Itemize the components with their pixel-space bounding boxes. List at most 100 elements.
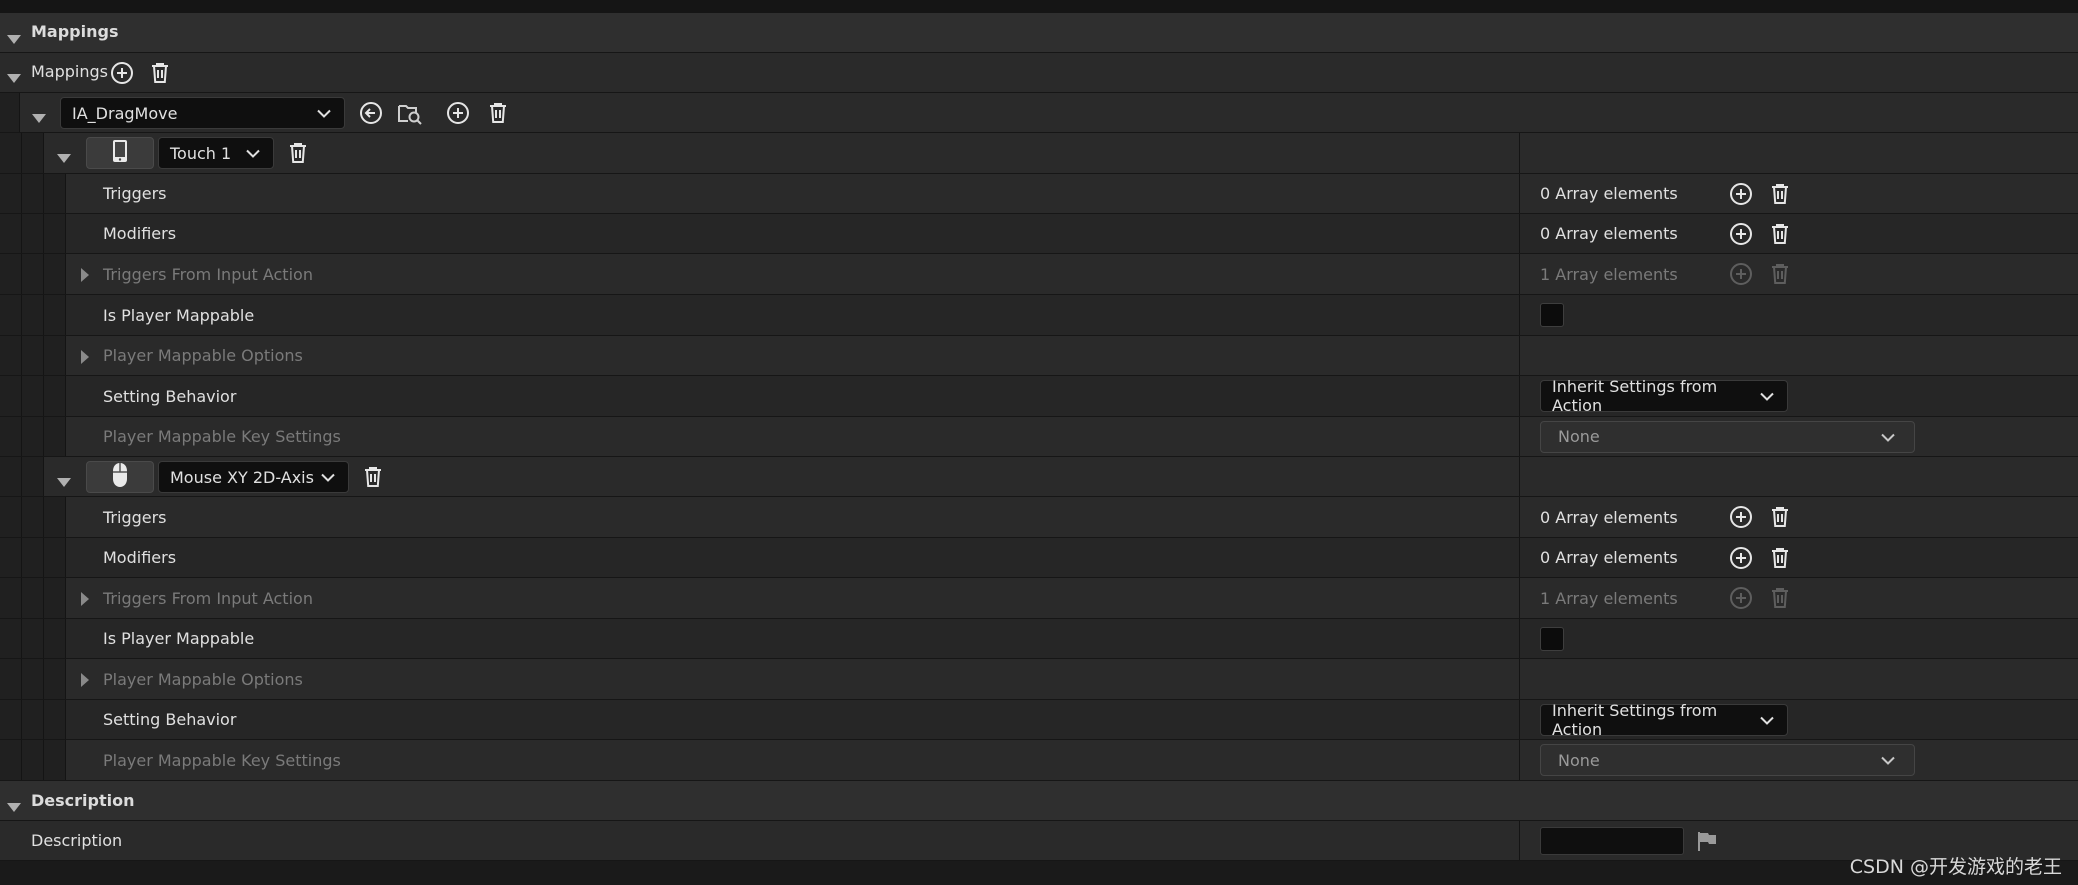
delete-action-mapping-icon[interactable] xyxy=(485,100,511,126)
collapse-arrow-icon[interactable] xyxy=(7,29,21,48)
indent-guide xyxy=(0,376,22,416)
add-mapping-icon[interactable] xyxy=(109,60,135,86)
indent-guide xyxy=(0,740,22,780)
expand-arrow-icon[interactable] xyxy=(81,591,89,610)
flag-icon[interactable] xyxy=(1694,828,1720,854)
setting-behavior-row: Setting Behavior Inherit Settings from A… xyxy=(0,376,2078,417)
modifiers-row: Modifiers 0 Array elements xyxy=(0,538,2078,578)
indent-guide xyxy=(44,376,66,416)
input-action-combo[interactable]: IA_DragMove xyxy=(60,97,345,129)
key-settings-value: None xyxy=(1558,427,1600,446)
key-settings-combo[interactable]: None xyxy=(1540,744,1915,776)
mappings-category-header[interactable]: Mappings xyxy=(0,13,2078,53)
add-trigger-icon[interactable] xyxy=(1728,181,1754,207)
key-settings-value-cell: None xyxy=(1519,417,2078,456)
expand-arrow-icon[interactable] xyxy=(57,472,71,491)
modifiers-count: 0 Array elements xyxy=(1540,224,1678,243)
key-selector-button[interactable] xyxy=(86,137,154,169)
key-settings-value-cell: None xyxy=(1519,740,2078,780)
key-mapping-row: Mouse XY 2D-Axis xyxy=(0,457,2078,497)
delete-key-icon[interactable] xyxy=(285,140,311,166)
collapse-arrow-icon[interactable] xyxy=(7,797,21,816)
indent-guide xyxy=(0,133,22,173)
phone-icon xyxy=(112,139,128,167)
key-selector-button[interactable] xyxy=(86,461,154,493)
player-mappable-options-row: Player Mappable Options xyxy=(0,659,2078,700)
delete-triggers-icon[interactable] xyxy=(1767,504,1793,530)
indent-guide xyxy=(44,619,66,658)
use-selected-asset-icon[interactable] xyxy=(358,100,384,126)
key-combo[interactable]: Touch 1 xyxy=(158,137,274,169)
player-mappable-options-row: Player Mappable Options xyxy=(0,336,2078,376)
indent-guide xyxy=(22,700,44,739)
delete-all-mappings-icon[interactable] xyxy=(147,60,173,86)
indent-guide xyxy=(44,659,66,699)
triggers-row: Triggers 0 Array elements xyxy=(0,497,2078,538)
description-label: Description xyxy=(31,831,123,850)
delete-triggers-icon[interactable] xyxy=(1767,181,1793,207)
setting-behavior-row: Setting Behavior Inherit Settings from A… xyxy=(0,700,2078,740)
triggers-from-action-value-cell: 1 Array elements xyxy=(1519,254,2078,294)
triggers-label: Triggers xyxy=(103,507,167,527)
triggers-value-cell: 0 Array elements xyxy=(1519,174,2078,213)
indent-guide xyxy=(22,497,44,537)
triggers-from-action-label: Triggers From Input Action xyxy=(103,264,313,284)
indent-guide xyxy=(0,619,22,658)
expand-arrow-icon[interactable] xyxy=(32,108,46,127)
chevron-down-icon xyxy=(1759,710,1775,729)
setting-behavior-combo[interactable]: Inherit Settings from Action xyxy=(1540,700,1788,739)
setting-behavior-combo[interactable]: Inherit Settings from Action xyxy=(1540,377,1788,415)
category-title: Description xyxy=(31,791,135,810)
modifiers-label: Modifiers xyxy=(103,224,177,243)
delete-modifiers-icon[interactable] xyxy=(1767,221,1793,247)
is-player-mappable-checkbox[interactable] xyxy=(1540,626,1564,651)
watermark: CSDN @开发游戏的老王 xyxy=(1849,856,2062,878)
modifiers-label: Modifiers xyxy=(103,548,177,567)
is-player-mappable-value-cell xyxy=(1519,295,2078,335)
triggers-from-action-count: 1 Array elements xyxy=(1540,264,1678,284)
add-modifier-icon[interactable] xyxy=(1728,545,1754,571)
indent-guide xyxy=(0,214,22,253)
is-player-mappable-checkbox[interactable] xyxy=(1540,303,1564,327)
triggers-from-action-row: Triggers From Input Action 1 Array eleme… xyxy=(0,578,2078,619)
browse-asset-icon[interactable] xyxy=(397,100,423,126)
key-mapping-row: Touch 1 xyxy=(0,133,2078,174)
indent-guide xyxy=(22,133,44,173)
is-player-mappable-value-cell xyxy=(1519,619,2078,658)
input-action-name: IA_DragMove xyxy=(72,103,178,123)
key-settings-combo[interactable]: None xyxy=(1540,420,1915,453)
indent-guide xyxy=(22,538,44,577)
key-settings-row: Player Mappable Key Settings None xyxy=(0,417,2078,457)
player-mappable-options-label: Player Mappable Options xyxy=(103,346,303,365)
indent-guide xyxy=(0,497,22,537)
indent-guide xyxy=(44,254,66,294)
delete-modifiers-icon[interactable] xyxy=(1767,545,1793,571)
expand-arrow-icon[interactable] xyxy=(57,148,71,167)
add-disabled-icon xyxy=(1728,261,1754,287)
chevron-down-icon xyxy=(1880,427,1896,446)
is-player-mappable-label: Is Player Mappable xyxy=(103,629,255,648)
indent-guide xyxy=(0,659,22,699)
indent-guide xyxy=(0,417,22,456)
add-modifier-icon[interactable] xyxy=(1728,221,1754,247)
add-trigger-icon[interactable] xyxy=(1728,504,1754,530)
expand-arrow-icon[interactable] xyxy=(81,349,89,368)
add-key-icon[interactable] xyxy=(445,100,471,126)
description-input[interactable] xyxy=(1540,826,1684,855)
description-category-header[interactable]: Description xyxy=(0,781,2078,821)
expand-arrow-icon[interactable] xyxy=(81,672,89,691)
add-disabled-icon xyxy=(1728,585,1754,611)
delete-disabled-icon xyxy=(1767,585,1793,611)
indent-guide xyxy=(22,417,44,456)
delete-key-icon[interactable] xyxy=(360,464,386,490)
expand-arrow-icon[interactable] xyxy=(81,267,89,286)
setting-behavior-value: Inherit Settings from Action xyxy=(1552,700,1718,739)
category-title: Mappings xyxy=(31,22,119,41)
triggers-row: Triggers 0 Array elements xyxy=(0,174,2078,214)
key-settings-row: Player Mappable Key Settings None xyxy=(0,740,2078,781)
chevron-down-icon xyxy=(245,144,261,163)
expand-arrow-icon[interactable] xyxy=(7,68,21,87)
indent-guide xyxy=(22,659,44,699)
indent-guide xyxy=(44,295,66,335)
key-combo[interactable]: Mouse XY 2D-Axis xyxy=(158,461,349,493)
